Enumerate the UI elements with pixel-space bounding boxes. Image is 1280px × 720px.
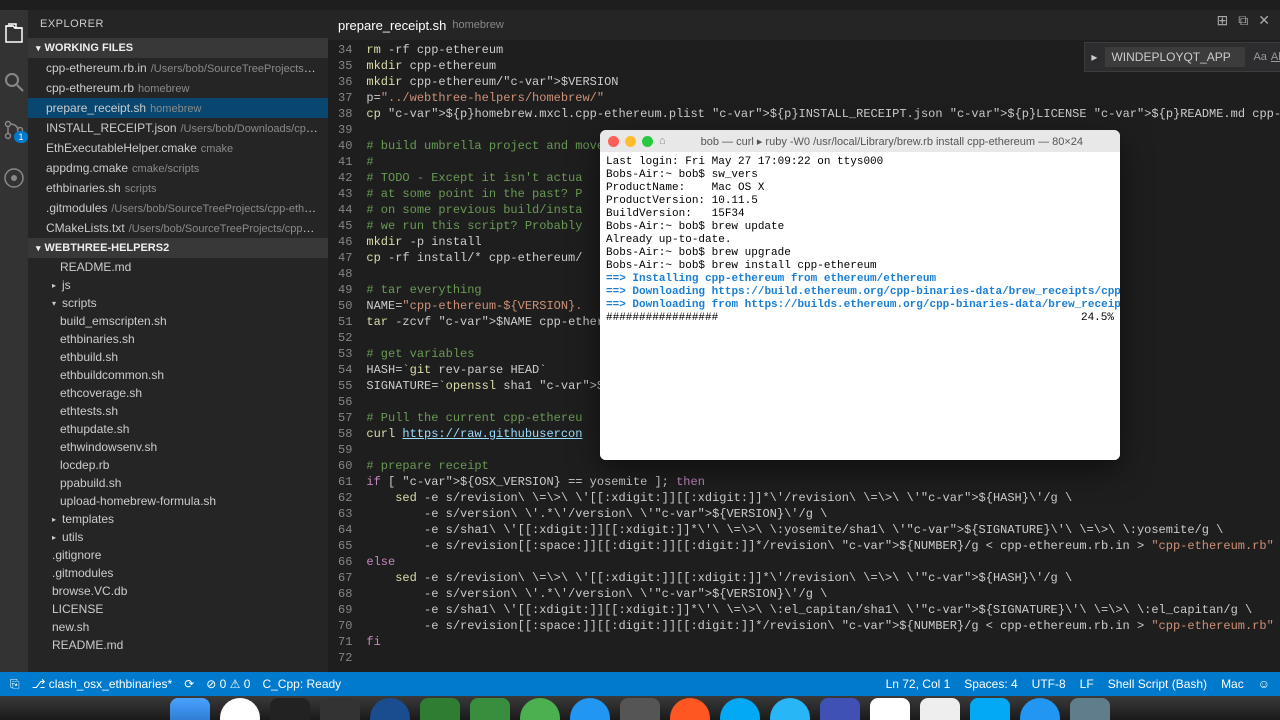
dock-chrome-icon[interactable]: [220, 698, 260, 720]
tree-file[interactable]: upload-homebrew-formula.sh: [28, 492, 328, 510]
tab-hint: homebrew: [452, 19, 503, 31]
dock-app-icon[interactable]: [470, 698, 510, 720]
dock: [0, 696, 1280, 720]
working-file-item[interactable]: EthExecutableHelper.cmakecmake: [28, 138, 328, 158]
debug-icon[interactable]: [0, 164, 28, 192]
tab-filename[interactable]: prepare_receipt.sh: [338, 18, 446, 33]
more-icon[interactable]: ⧉: [1238, 12, 1248, 29]
sidebar-title: EXPLORER: [28, 10, 328, 38]
find-options: Aa Ab .*: [1253, 51, 1280, 63]
activity-bar: 1: [0, 10, 28, 672]
whole-word-icon[interactable]: Ab: [1271, 51, 1280, 63]
find-widget: ▸ Aa Ab .* No results ← → ☰ ✕: [1084, 42, 1280, 72]
dock-app-icon[interactable]: [320, 698, 360, 720]
tab-bar: prepare_receipt.sh homebrew: [328, 10, 1280, 40]
match-case-icon[interactable]: Aa: [1253, 51, 1266, 63]
tree-file[interactable]: ethwindowsenv.sh: [28, 438, 328, 456]
dock-terminal-icon[interactable]: [270, 698, 310, 720]
working-file-item[interactable]: appdmg.cmakecmake/scripts: [28, 158, 328, 178]
dock-skype-icon[interactable]: [720, 698, 760, 720]
tree-file[interactable]: new.sh: [28, 618, 328, 636]
terminal-window[interactable]: ⌂ bob — curl ▸ ruby -W0 /usr/local/Libra…: [600, 130, 1120, 460]
working-file-item[interactable]: prepare_receipt.shhomebrew: [28, 98, 328, 118]
maximize-icon[interactable]: [642, 136, 653, 147]
os-indicator[interactable]: Mac: [1221, 677, 1244, 691]
working-file-item[interactable]: cpp-ethereum.rb.in/Users/bob/SourceTreeP…: [28, 58, 328, 78]
scm-icon[interactable]: 1: [0, 116, 28, 144]
project-header[interactable]: WEBTHREE-HELPERS2: [28, 238, 328, 258]
scm-badge: 1: [14, 131, 27, 143]
working-file-item[interactable]: .gitmodules/Users/bob/SourceTreeProjects…: [28, 198, 328, 218]
titlebar-icons: ⊞ ⧉ ✕: [1217, 12, 1270, 29]
terminal-title: bob — curl ▸ ruby -W0 /usr/local/Library…: [672, 135, 1112, 148]
tree-file[interactable]: README.md: [28, 636, 328, 654]
dock-settings-icon[interactable]: [620, 698, 660, 720]
working-file-item[interactable]: ethbinaries.shscripts: [28, 178, 328, 198]
explorer-icon[interactable]: [0, 20, 28, 48]
split-editor-icon[interactable]: ⊞: [1217, 12, 1229, 29]
tree-folder[interactable]: js: [28, 276, 328, 294]
working-files-header[interactable]: WORKING FILES: [28, 38, 328, 58]
dock-app-icon[interactable]: [770, 698, 810, 720]
tree-file[interactable]: LICENSE: [28, 600, 328, 618]
tree-file[interactable]: .gitignore: [28, 546, 328, 564]
cursor-position[interactable]: Ln 72, Col 1: [886, 677, 951, 691]
tree-file[interactable]: .gitmodules: [28, 564, 328, 582]
dock-app-icon[interactable]: [670, 698, 710, 720]
tree-file[interactable]: ethbuildcommon.sh: [28, 366, 328, 384]
terminal-titlebar[interactable]: ⌂ bob — curl ▸ ruby -W0 /usr/local/Libra…: [600, 130, 1120, 152]
dock-app-icon[interactable]: [920, 698, 960, 720]
find-history-icon[interactable]: ▸: [1091, 50, 1097, 64]
working-file-item[interactable]: CMakeLists.txt/Users/bob/SourceTreeProje…: [28, 218, 328, 238]
indent[interactable]: Spaces: 4: [964, 677, 1017, 691]
problems[interactable]: ⊘ 0 ⚠ 0: [206, 677, 250, 691]
working-file-item[interactable]: INSTALL_RECEIPT.json/Users/bob/Downloads…: [28, 118, 328, 138]
close-icon[interactable]: [608, 136, 619, 147]
dock-app-icon[interactable]: [870, 698, 910, 720]
tree-file[interactable]: build_emscripten.sh: [28, 312, 328, 330]
git-branch[interactable]: ⎇ clash_osx_ethbinaries*: [32, 677, 173, 691]
minimize-icon[interactable]: [625, 136, 636, 147]
tree-folder[interactable]: utils: [28, 528, 328, 546]
status-bar: ⎘ ⎇ clash_osx_ethbinaries* ⟳ ⊘ 0 ⚠ 0 C_C…: [0, 672, 1280, 696]
tree-file[interactable]: ethbuild.sh: [28, 348, 328, 366]
tree-file[interactable]: ethupdate.sh: [28, 420, 328, 438]
search-icon[interactable]: [0, 68, 28, 96]
sync-icon[interactable]: ⟳: [184, 677, 194, 691]
dock-app-icon[interactable]: [820, 698, 860, 720]
working-file-item[interactable]: cpp-ethereum.rbhomebrew: [28, 78, 328, 98]
tree-file[interactable]: locdep.rb: [28, 456, 328, 474]
eol[interactable]: LF: [1080, 677, 1094, 691]
find-input[interactable]: [1105, 47, 1245, 67]
dock-app-icon[interactable]: [520, 698, 560, 720]
tree-file[interactable]: ppabuild.sh: [28, 474, 328, 492]
cpp-status[interactable]: C_Cpp: Ready: [262, 677, 341, 691]
dock-app-icon[interactable]: [970, 698, 1010, 720]
terminal-body[interactable]: Last login: Fri May 27 17:09:22 on ttys0…: [600, 152, 1120, 460]
dock-safari-icon[interactable]: [1020, 698, 1060, 720]
encoding[interactable]: UTF-8: [1032, 677, 1066, 691]
tree-file[interactable]: ethbinaries.sh: [28, 330, 328, 348]
close-editor-icon[interactable]: ✕: [1258, 12, 1270, 29]
dock-app-icon[interactable]: [570, 698, 610, 720]
language-mode[interactable]: Shell Script (Bash): [1108, 677, 1207, 691]
feedback-icon[interactable]: ☺: [1258, 677, 1270, 691]
remote-icon[interactable]: ⎘: [10, 677, 20, 692]
tree-file[interactable]: ethtests.sh: [28, 402, 328, 420]
tree-folder[interactable]: templates: [28, 510, 328, 528]
tree-file[interactable]: ethcoverage.sh: [28, 384, 328, 402]
tree-folder[interactable]: scripts: [28, 294, 328, 312]
home-icon: ⌂: [659, 135, 666, 147]
sidebar: EXPLORER WORKING FILES cpp-ethereum.rb.i…: [28, 10, 328, 672]
tree-file[interactable]: README.md: [28, 258, 328, 276]
dock-trash-icon[interactable]: [1070, 698, 1110, 720]
tree-file[interactable]: browse.VC.db: [28, 582, 328, 600]
dock-app-icon[interactable]: [420, 698, 460, 720]
dock-app-icon[interactable]: [370, 698, 410, 720]
dock-finder-icon[interactable]: [170, 698, 210, 720]
